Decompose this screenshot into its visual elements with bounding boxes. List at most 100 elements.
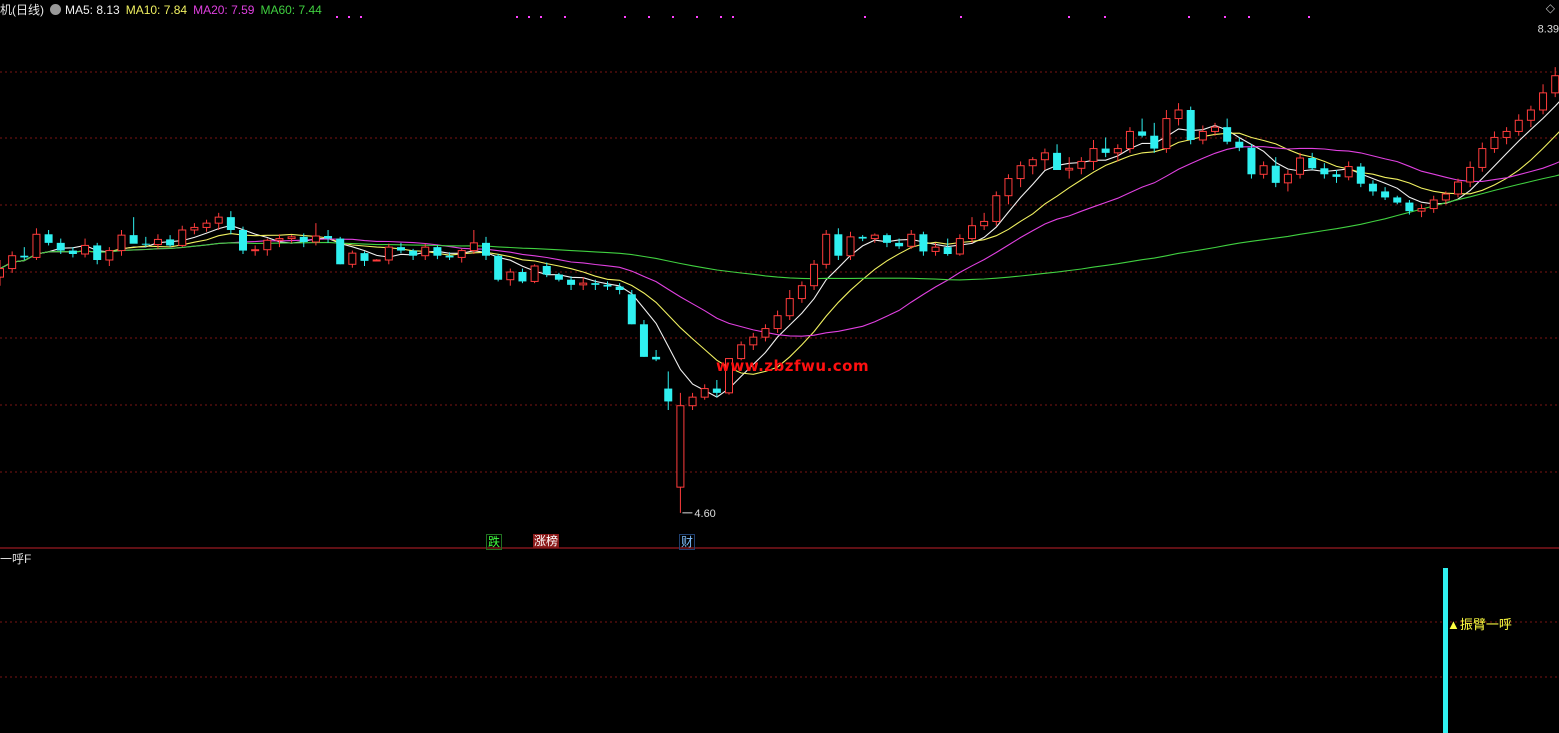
event-dot — [720, 16, 722, 18]
candle-body — [1186, 110, 1195, 140]
candle-body — [153, 238, 162, 246]
candle-body — [1393, 197, 1402, 203]
candle-body — [1332, 174, 1341, 177]
candle-body — [579, 282, 588, 286]
marker-die[interactable]: 跌 — [486, 534, 503, 550]
diamond-icon[interactable]: ◇ — [1546, 1, 1555, 15]
candle-body — [895, 242, 904, 247]
candle-body — [1089, 148, 1098, 162]
candle-body — [1368, 183, 1377, 192]
candle-body — [554, 274, 563, 280]
candle-body — [639, 324, 648, 357]
candle-body — [1514, 119, 1523, 132]
candle-body — [1296, 157, 1305, 175]
candle-body — [311, 235, 320, 243]
watermark: www.zbzfwu.com — [716, 357, 870, 375]
candle-body — [506, 271, 515, 281]
candle-body — [968, 225, 976, 240]
event-dot — [540, 16, 542, 18]
candle-body — [1344, 166, 1353, 178]
event-dot — [696, 16, 698, 18]
candle-body — [469, 242, 478, 252]
candle-body — [226, 217, 235, 230]
candle-body — [664, 388, 673, 402]
candle-body — [1101, 148, 1110, 153]
candle-body — [251, 249, 260, 252]
candle-body — [919, 234, 928, 252]
candle-body — [372, 259, 381, 262]
candle-body — [1040, 152, 1049, 161]
event-dot — [624, 16, 626, 18]
candle-body — [591, 283, 600, 285]
marker-zhangbang[interactable]: 涨榜 — [533, 534, 560, 548]
candle-body — [761, 328, 770, 338]
ma10-line — [0, 131, 1559, 375]
candle-body — [810, 263, 819, 287]
candle-body — [882, 235, 891, 243]
candle-body — [1320, 168, 1329, 175]
moving-average-lines — [0, 101, 1559, 398]
candle-body — [287, 236, 296, 240]
candle-body — [129, 235, 138, 244]
candle-body — [141, 243, 150, 245]
candle-body — [239, 230, 247, 251]
candle-body — [542, 266, 551, 275]
candle-body — [943, 247, 952, 254]
candle-body — [44, 234, 53, 243]
indicator-header: 机(日线) MA5: 8.13 MA10: 7.84 MA20: 7.59 MA60: … — [0, 1, 328, 18]
candle-body — [1053, 152, 1062, 170]
event-dot — [960, 16, 962, 18]
candle-body — [457, 250, 466, 258]
candlesticks — [0, 67, 1559, 513]
candle-body — [773, 315, 782, 330]
candle-body — [384, 246, 393, 261]
candle-body — [93, 245, 102, 260]
candle-body — [846, 236, 855, 257]
candle-body — [348, 252, 357, 265]
candle-body — [1004, 178, 1013, 197]
candle-body — [615, 286, 624, 290]
candle-body — [1223, 127, 1232, 142]
event-dot — [1248, 16, 1250, 18]
candle-body — [275, 238, 284, 241]
candle-body — [1065, 167, 1074, 171]
candle-body — [409, 250, 418, 256]
candle-body — [56, 242, 65, 251]
candle-body — [336, 238, 345, 265]
candle-body — [81, 244, 90, 255]
candle-body — [992, 195, 1001, 222]
signal-bar — [1443, 568, 1448, 733]
candle-body — [1235, 141, 1244, 148]
candle-body — [482, 242, 490, 256]
candle-body — [263, 239, 272, 251]
candle-body — [700, 388, 709, 398]
candle-body — [1381, 191, 1390, 198]
candle-body — [1113, 148, 1122, 154]
candle-body — [530, 265, 539, 282]
event-dot — [1188, 16, 1190, 18]
candle-body — [202, 222, 211, 228]
candle-body — [1077, 160, 1086, 169]
event-dot — [348, 16, 350, 18]
signal-label: ▲振臂一呼 — [1447, 617, 1512, 632]
settings-icon[interactable] — [50, 4, 61, 15]
candle-body — [931, 246, 940, 252]
candle-body — [1259, 165, 1268, 175]
candle-body — [1526, 109, 1535, 121]
event-dot — [516, 16, 518, 18]
event-dot — [732, 16, 734, 18]
event-dot — [672, 16, 674, 18]
candle-body — [1502, 130, 1511, 138]
high-label: 8.39 — [1538, 23, 1559, 35]
marker-cai[interactable]: 财 — [679, 534, 696, 550]
candle-body — [603, 284, 612, 287]
candle-body — [68, 250, 77, 254]
candle-body — [20, 255, 29, 258]
candle-body — [105, 250, 114, 261]
candle-body — [1429, 199, 1438, 210]
candle-body — [1247, 147, 1256, 175]
ma20-label: MA20: 7.59 — [193, 3, 255, 17]
candle-body — [360, 253, 369, 261]
candle-body — [797, 285, 806, 300]
candle-body — [178, 229, 187, 246]
